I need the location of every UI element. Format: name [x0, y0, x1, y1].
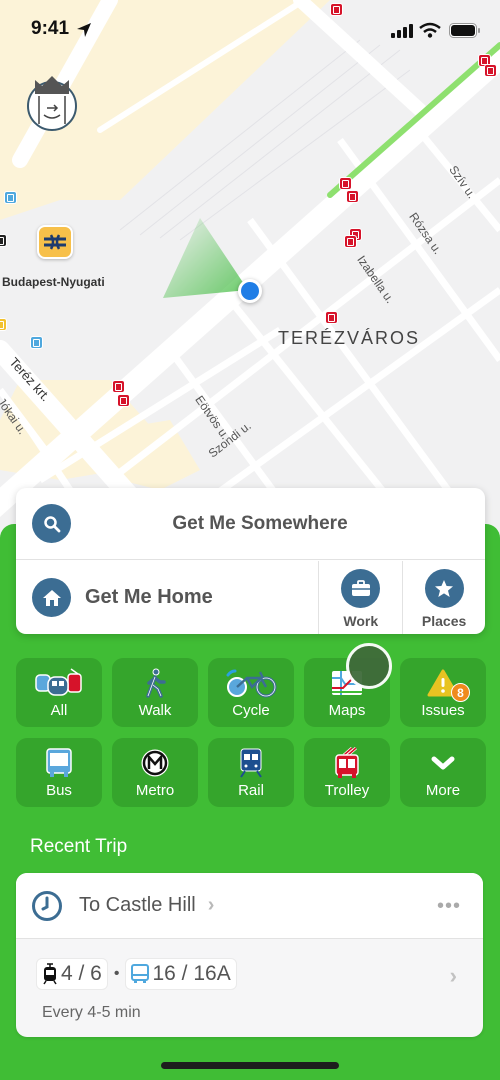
- home-icon: [32, 578, 71, 617]
- rail-stop-icon[interactable]: [0, 318, 7, 331]
- current-location-dot: [238, 279, 262, 303]
- mode-issues-button[interactable]: 8 Issues: [400, 658, 486, 727]
- transport-mode-grid: All Walk Cycle Maps 8 Issues Bus Metro R…: [16, 658, 486, 807]
- mode-label: Issues: [421, 702, 465, 719]
- metro-stop-icon[interactable]: [0, 234, 7, 247]
- trip-frequency: Every 4-5 min: [42, 1004, 141, 1021]
- tram-line-chip: 4 / 6: [36, 958, 108, 990]
- battery-icon: [449, 23, 480, 38]
- bus-icon: [131, 964, 150, 983]
- mode-walk-button[interactable]: Walk: [112, 658, 198, 727]
- mode-label: More: [425, 782, 461, 799]
- touch-indicator: [346, 643, 392, 689]
- location-arrow-icon: [77, 23, 91, 37]
- tram-stop-icon[interactable]: [484, 64, 497, 77]
- bus-line-chip: 16 / 16A: [125, 958, 237, 990]
- mode-cycle-button[interactable]: Cycle: [208, 658, 294, 727]
- rail-icon: [239, 747, 263, 779]
- chevron-right-icon: ›: [449, 963, 457, 988]
- status-time: 9:41: [31, 18, 70, 39]
- profile-avatar-icon[interactable]: [24, 74, 80, 132]
- mode-all-button[interactable]: All: [16, 658, 102, 727]
- all-transit-icon: [34, 667, 84, 699]
- mav-logo-icon: [44, 234, 66, 250]
- tram-line-label: 4 / 6: [61, 962, 102, 985]
- metro-icon: [140, 747, 170, 779]
- trip-header[interactable]: To Castle Hill › •••: [16, 873, 483, 939]
- tram-icon: [43, 963, 57, 985]
- mode-label: Walk: [138, 702, 172, 719]
- walk-icon: [144, 667, 166, 699]
- clock-icon: [32, 890, 62, 921]
- bicycle-icon: [225, 667, 277, 699]
- places-button[interactable]: Places: [402, 561, 485, 634]
- search-card: Get Me Somewhere Get Me Home Work Places: [16, 488, 485, 634]
- bus-line-label: 16 / 16A: [152, 962, 231, 985]
- tram-stop-icon[interactable]: [344, 235, 357, 248]
- get-me-home-label: Get Me Home: [85, 586, 213, 608]
- mode-rail-button[interactable]: Rail: [208, 738, 294, 807]
- mode-label: All: [50, 702, 68, 719]
- mode-label: Bus: [46, 782, 72, 799]
- bus-icon: [46, 747, 72, 779]
- trip-destination: To Castle Hill: [79, 894, 196, 916]
- get-me-home-button[interactable]: Get Me Home: [16, 561, 320, 634]
- home-indicator[interactable]: [161, 1062, 339, 1069]
- work-label: Work: [343, 613, 379, 629]
- get-me-somewhere-button[interactable]: Get Me Somewhere: [16, 488, 485, 560]
- mode-label: Metro: [135, 782, 175, 799]
- more-options-icon[interactable]: •••: [437, 895, 461, 918]
- star-icon: [424, 569, 464, 608]
- issues-count-badge: 8: [451, 683, 470, 702]
- tram-stop-icon[interactable]: [339, 177, 352, 190]
- bus-stop-icon[interactable]: [4, 191, 17, 204]
- wifi-icon: [419, 22, 441, 38]
- tram-stop-icon[interactable]: [112, 380, 125, 393]
- tram-stop-icon[interactable]: [346, 190, 359, 203]
- district-label: TERÉZVÁROS: [278, 328, 421, 348]
- mode-more-button[interactable]: More: [400, 738, 486, 807]
- tram-stop-icon[interactable]: [117, 394, 130, 407]
- mode-label: Rail: [238, 782, 264, 799]
- mode-label: Cycle: [232, 702, 270, 719]
- mode-trolley-button[interactable]: Trolley: [304, 738, 390, 807]
- line-separator: •: [113, 965, 120, 982]
- tram-stop-icon[interactable]: [325, 311, 338, 324]
- search-icon: [32, 504, 71, 543]
- status-bar: 9:41: [0, 0, 500, 60]
- trip-lines: 4 / 6 • 16 / 16A: [36, 958, 237, 990]
- rail-station-marker[interactable]: [37, 225, 73, 259]
- chevron-down-icon: [430, 747, 456, 779]
- mode-bus-button[interactable]: Bus: [16, 738, 102, 807]
- briefcase-icon: [341, 569, 381, 608]
- trolleybus-icon: [334, 747, 360, 779]
- recent-trip-card[interactable]: To Castle Hill › ••• 4 / 6 • 16 / 16A › …: [16, 873, 483, 1037]
- map-view[interactable]: Teréz krt. Jókai u. Eötvös u. Szondi u. …: [0, 0, 500, 540]
- bus-stop-icon[interactable]: [30, 336, 43, 349]
- get-me-somewhere-label: Get Me Somewhere: [172, 512, 348, 534]
- recent-trip-heading: Recent Trip: [30, 836, 128, 857]
- cellular-signal-icon: [391, 24, 413, 38]
- places-label: Places: [421, 613, 467, 629]
- station-label: Budapest-Nyugati: [2, 275, 105, 289]
- work-button[interactable]: Work: [319, 561, 402, 634]
- mode-label: Maps: [328, 702, 366, 719]
- mode-metro-button[interactable]: Metro: [112, 738, 198, 807]
- chevron-right-icon: ›: [207, 894, 215, 916]
- mode-label: Trolley: [324, 782, 370, 799]
